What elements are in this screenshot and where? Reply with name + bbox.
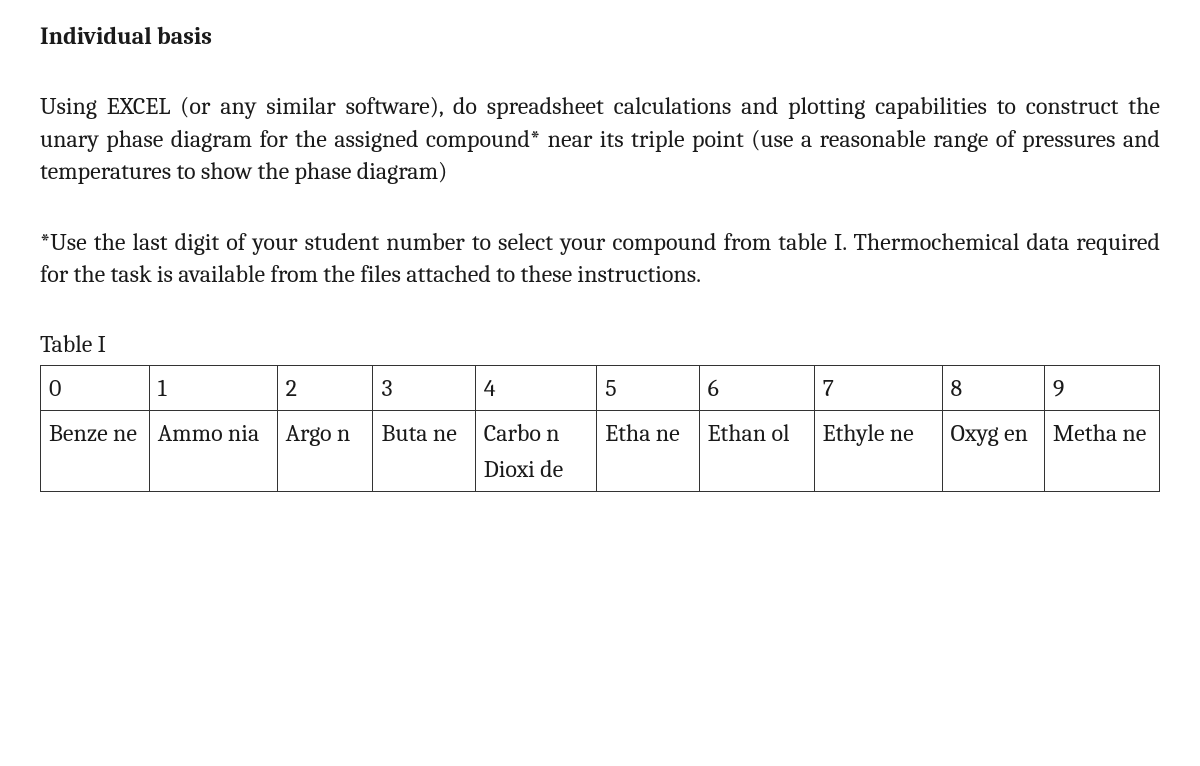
instruction-paragraph-1: Using EXCEL (or any similar software), d… — [40, 90, 1160, 187]
table-row: Benze ne Ammo nia Argo n Buta ne Carbo n… — [41, 410, 1160, 491]
instruction-paragraph-2: *Use the last digit of your student numb… — [40, 226, 1160, 291]
header-cell: 6 — [699, 365, 814, 410]
compound-cell: Argo n — [277, 410, 373, 491]
compound-cell: Metha ne — [1044, 410, 1159, 491]
compound-cell: Ethyle ne — [814, 410, 942, 491]
compound-cell: Carbo n Dioxi de — [475, 410, 596, 491]
header-cell: 7 — [814, 365, 942, 410]
header-cell: 3 — [373, 365, 475, 410]
compound-cell: Buta ne — [373, 410, 475, 491]
table-caption: Table I — [40, 328, 1160, 360]
compound-cell: Etha ne — [597, 410, 699, 491]
table-row: 0 1 2 3 4 5 6 7 8 9 — [41, 365, 1160, 410]
header-cell: 4 — [475, 365, 596, 410]
compound-cell: Ethan ol — [699, 410, 814, 491]
compound-cell: Benze ne — [41, 410, 150, 491]
compound-cell: Ammo nia — [149, 410, 277, 491]
header-cell: 2 — [277, 365, 373, 410]
header-cell: 9 — [1044, 365, 1159, 410]
compound-table: 0 1 2 3 4 5 6 7 8 9 Benze ne Ammo nia Ar… — [40, 365, 1160, 492]
section-heading: Individual basis — [40, 20, 1160, 52]
header-cell: 0 — [41, 365, 150, 410]
header-cell: 1 — [149, 365, 277, 410]
compound-cell: Oxyg en — [942, 410, 1044, 491]
header-cell: 8 — [942, 365, 1044, 410]
header-cell: 5 — [597, 365, 699, 410]
